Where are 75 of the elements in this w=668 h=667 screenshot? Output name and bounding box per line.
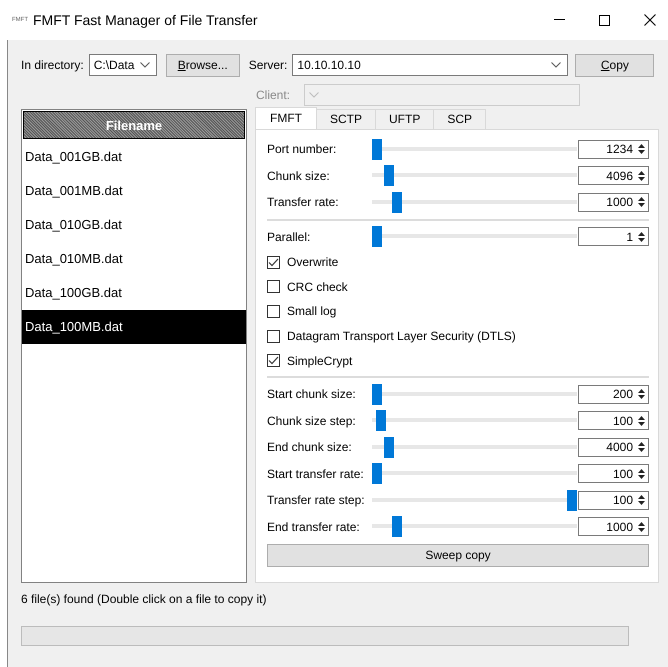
status-text: 6 file(s) found (Double click on a file to copy it) bbox=[21, 592, 268, 606]
checkbox[interactable] bbox=[267, 280, 280, 294]
slider-thumb[interactable] bbox=[376, 410, 386, 432]
browse-button[interactable]: Browse... bbox=[166, 54, 240, 76]
maximize-icon[interactable] bbox=[599, 14, 610, 26]
spin-box[interactable]: 100 bbox=[578, 464, 649, 484]
spin-arrows-icon[interactable] bbox=[637, 196, 646, 208]
tab[interactable]: FMFT bbox=[255, 107, 317, 129]
spin-box[interactable]: 1 bbox=[578, 227, 649, 246]
spin-box[interactable]: 200 bbox=[578, 384, 649, 404]
checkbox-label: Datagram Transport Layer Security (DTLS) bbox=[287, 329, 516, 344]
copy-button[interactable]: Copy bbox=[575, 54, 654, 76]
directory-dropdown[interactable]: C:\Data bbox=[88, 54, 157, 76]
spin-arrows-icon[interactable] bbox=[637, 230, 646, 243]
server-dropdown[interactable]: 10.10.10.10 bbox=[292, 54, 568, 76]
slider-thumb[interactable] bbox=[567, 490, 577, 511]
slider-thumb[interactable] bbox=[372, 463, 382, 484]
field-label: Transfer rate step: bbox=[267, 493, 366, 508]
file-item[interactable]: Data_010GB.dat bbox=[22, 208, 246, 242]
spin-arrows-icon[interactable] bbox=[637, 441, 646, 454]
tab[interactable]: SCP bbox=[433, 109, 486, 129]
slider-thumb[interactable] bbox=[372, 138, 382, 160]
spin-box[interactable]: 1000 bbox=[578, 192, 649, 212]
spin-box[interactable]: 1000 bbox=[578, 517, 649, 536]
chevron-icon bbox=[140, 62, 150, 68]
field-label: Parallel: bbox=[267, 230, 312, 244]
slider-thumb[interactable] bbox=[392, 192, 402, 213]
checkbox-label: Overwrite bbox=[287, 255, 338, 270]
slider-thumb[interactable] bbox=[392, 516, 402, 538]
checkbox[interactable] bbox=[267, 256, 280, 269]
slider-thumb[interactable] bbox=[384, 165, 394, 186]
spin-arrows-icon[interactable] bbox=[637, 170, 646, 182]
checkbox-label: SimpleCrypt bbox=[287, 354, 352, 368]
minimize-icon[interactable] bbox=[554, 19, 565, 21]
file-item[interactable]: Data_100MB.dat bbox=[22, 310, 246, 344]
column-header[interactable]: Filename bbox=[23, 111, 245, 139]
server-label: Server: bbox=[248, 58, 288, 72]
client-label: Client: bbox=[256, 88, 290, 102]
spin-arrows-icon[interactable] bbox=[637, 143, 646, 156]
spin-arrows-icon[interactable] bbox=[637, 520, 646, 533]
spin-arrows-icon[interactable] bbox=[637, 388, 646, 400]
slider-thumb[interactable] bbox=[372, 384, 382, 405]
directory-label: In directory: bbox=[21, 58, 84, 72]
checkbox[interactable] bbox=[267, 304, 280, 318]
close-icon[interactable] bbox=[644, 14, 656, 26]
spin-arrows-icon[interactable] bbox=[637, 468, 646, 480]
file-item[interactable]: Data_100GB.dat bbox=[22, 276, 246, 310]
chevron-icon bbox=[309, 92, 320, 98]
checkbox-label: CRC check bbox=[287, 280, 348, 294]
field-label: Chunk size: bbox=[267, 168, 331, 183]
file-item[interactable]: Data_001MB.dat bbox=[22, 174, 246, 208]
window-title: FMFT Fast Manager of File Transfer bbox=[33, 12, 258, 28]
spin-box[interactable]: 1234 bbox=[578, 140, 649, 159]
field-label: End chunk size: bbox=[267, 440, 353, 454]
spin-box[interactable]: 4096 bbox=[578, 166, 649, 186]
slider-thumb[interactable] bbox=[372, 226, 382, 248]
field-label: End transfer rate: bbox=[267, 520, 361, 534]
checkbox[interactable] bbox=[267, 330, 280, 343]
field-label: Port number: bbox=[267, 142, 338, 156]
checkbox-label: Small log bbox=[287, 304, 336, 318]
spin-box[interactable]: 100 bbox=[578, 411, 649, 430]
sweep-copy-button[interactable]: Sweep copy bbox=[267, 544, 649, 567]
field-label: Start chunk size: bbox=[267, 387, 357, 402]
field-label: Chunk size step: bbox=[267, 414, 357, 428]
file-item[interactable]: Data_010MB.dat bbox=[22, 242, 246, 276]
spin-arrows-icon[interactable] bbox=[637, 414, 646, 427]
file-item[interactable]: Data_001GB.dat bbox=[22, 140, 246, 174]
spin-box[interactable]: 100 bbox=[578, 490, 649, 510]
slider-thumb[interactable] bbox=[384, 436, 394, 458]
field-label: Start transfer rate: bbox=[267, 466, 365, 481]
chevron-icon bbox=[551, 62, 562, 68]
checkbox[interactable] bbox=[267, 354, 280, 368]
spin-arrows-icon[interactable] bbox=[637, 494, 646, 506]
spin-box[interactable]: 4000 bbox=[578, 438, 649, 457]
field-label: Transfer rate: bbox=[267, 195, 340, 210]
